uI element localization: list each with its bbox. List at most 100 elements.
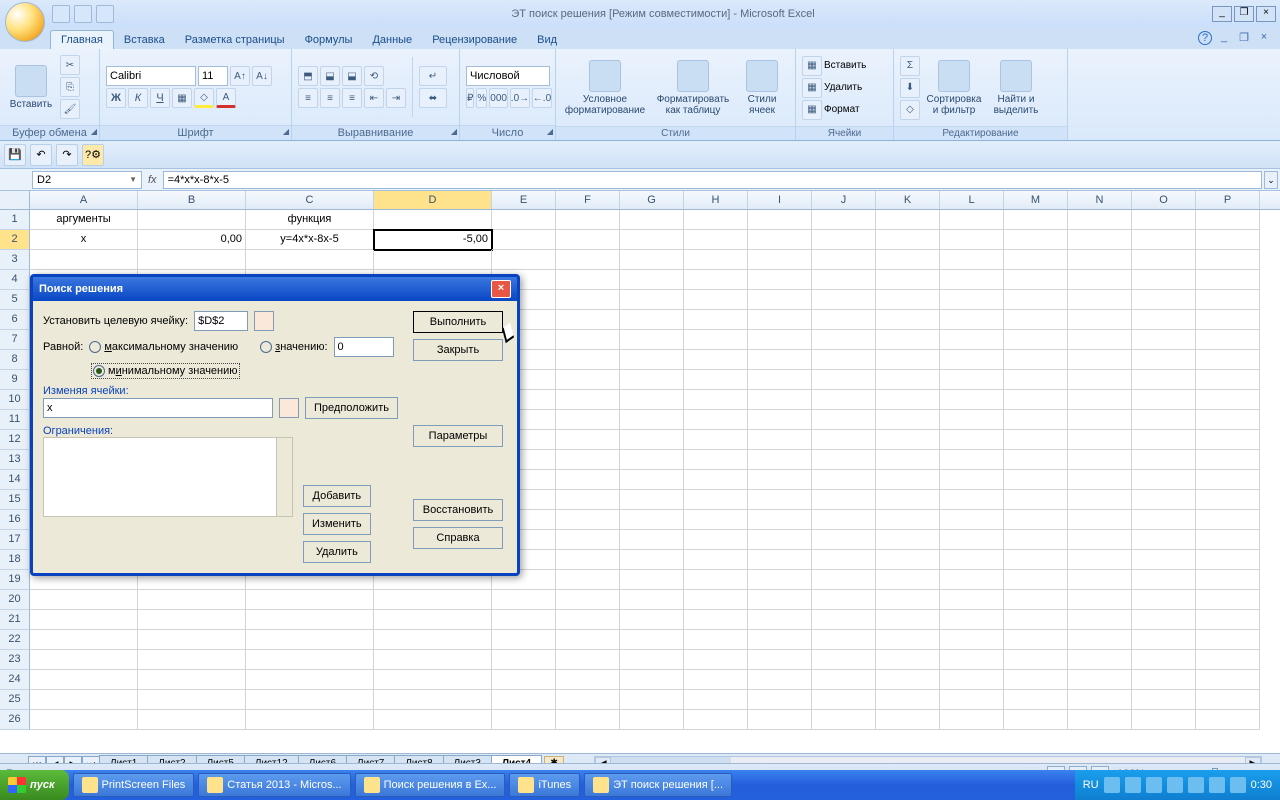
cell[interactable] xyxy=(30,250,138,270)
cell[interactable] xyxy=(1132,690,1196,710)
cell[interactable] xyxy=(940,390,1004,410)
cell[interactable] xyxy=(1004,670,1068,690)
cut-icon[interactable]: ✂ xyxy=(60,55,80,75)
cell[interactable] xyxy=(876,310,940,330)
undo-icon[interactable]: ↶ xyxy=(30,144,52,166)
cell[interactable]: функция xyxy=(246,210,374,230)
cell[interactable] xyxy=(684,530,748,550)
cell[interactable] xyxy=(684,550,748,570)
cell[interactable] xyxy=(1004,570,1068,590)
row-header[interactable]: 10 xyxy=(0,390,30,410)
cell[interactable] xyxy=(620,550,684,570)
cell[interactable] xyxy=(138,710,246,730)
cell[interactable] xyxy=(940,630,1004,650)
cell[interactable]: 0,00 xyxy=(138,230,246,250)
bold-button[interactable]: Ж xyxy=(106,88,126,108)
taskbar-item[interactable]: Поиск решения в Ex... xyxy=(355,773,506,797)
cell[interactable] xyxy=(1196,530,1260,550)
cell[interactable] xyxy=(940,330,1004,350)
cell[interactable] xyxy=(556,290,620,310)
clock[interactable]: 0:30 xyxy=(1251,779,1272,791)
insert-cells-button[interactable]: Вставить xyxy=(824,60,866,71)
formula-input[interactable]: =4*x*x-8*x-5 xyxy=(163,171,1262,189)
cell[interactable] xyxy=(492,250,556,270)
qat-save-icon[interactable] xyxy=(52,5,70,23)
tab-page-layout[interactable]: Разметка страницы xyxy=(175,31,295,49)
cell[interactable] xyxy=(1196,550,1260,570)
cell[interactable] xyxy=(556,590,620,610)
cell[interactable] xyxy=(748,310,812,330)
cell[interactable] xyxy=(1196,330,1260,350)
cell[interactable] xyxy=(940,350,1004,370)
cell[interactable] xyxy=(812,350,876,370)
cell[interactable] xyxy=(1196,490,1260,510)
cell[interactable] xyxy=(620,490,684,510)
cell[interactable] xyxy=(1132,290,1196,310)
cell[interactable] xyxy=(1004,270,1068,290)
cell[interactable] xyxy=(492,610,556,630)
cell[interactable] xyxy=(684,230,748,250)
cell[interactable] xyxy=(1004,430,1068,450)
cell[interactable] xyxy=(876,450,940,470)
cell[interactable] xyxy=(1068,590,1132,610)
changing-cells-input[interactable] xyxy=(43,398,273,418)
app-close-icon[interactable]: × xyxy=(1256,31,1272,47)
font-launcher-icon[interactable]: ◢ xyxy=(283,127,289,136)
cell[interactable] xyxy=(684,690,748,710)
row-header[interactable]: 25 xyxy=(0,690,30,710)
row-header[interactable]: 14 xyxy=(0,470,30,490)
cell[interactable] xyxy=(1196,510,1260,530)
cell[interactable] xyxy=(1068,490,1132,510)
solver-icon[interactable]: ?⚙ xyxy=(82,144,104,166)
cell[interactable] xyxy=(748,470,812,490)
column-header[interactable]: P xyxy=(1196,191,1260,209)
close-button[interactable]: Закрыть xyxy=(413,339,503,361)
cell[interactable] xyxy=(556,610,620,630)
dialog-titlebar[interactable]: Поиск решения × xyxy=(33,277,517,301)
cell[interactable] xyxy=(1004,630,1068,650)
cell[interactable] xyxy=(876,630,940,650)
cell[interactable] xyxy=(684,450,748,470)
cell[interactable] xyxy=(748,210,812,230)
cell[interactable] xyxy=(138,250,246,270)
cell[interactable] xyxy=(812,550,876,570)
cell[interactable] xyxy=(620,710,684,730)
cell[interactable] xyxy=(374,670,492,690)
cell[interactable] xyxy=(940,250,1004,270)
doc-close-icon[interactable]: × xyxy=(1256,6,1276,22)
cell[interactable] xyxy=(812,330,876,350)
cell[interactable] xyxy=(246,650,374,670)
constraints-list[interactable] xyxy=(43,437,293,517)
merge-icon[interactable]: ⬌ xyxy=(419,88,447,108)
cell[interactable] xyxy=(684,390,748,410)
tray-icon[interactable] xyxy=(1104,777,1120,793)
cell[interactable] xyxy=(620,690,684,710)
row-header[interactable]: 1 xyxy=(0,210,30,230)
cell[interactable] xyxy=(1004,610,1068,630)
cell[interactable] xyxy=(1196,430,1260,450)
cell[interactable] xyxy=(812,610,876,630)
cell[interactable] xyxy=(748,550,812,570)
percent-icon[interactable]: % xyxy=(476,88,487,108)
cell[interactable] xyxy=(620,290,684,310)
cell[interactable] xyxy=(556,570,620,590)
cell[interactable] xyxy=(748,490,812,510)
cell[interactable] xyxy=(940,610,1004,630)
cell[interactable] xyxy=(1196,570,1260,590)
cell[interactable] xyxy=(812,530,876,550)
cell[interactable] xyxy=(556,670,620,690)
cell[interactable] xyxy=(1068,690,1132,710)
cell[interactable] xyxy=(876,550,940,570)
cell[interactable] xyxy=(30,650,138,670)
cell[interactable] xyxy=(1068,410,1132,430)
cell[interactable] xyxy=(246,630,374,650)
cell[interactable] xyxy=(876,330,940,350)
cell[interactable] xyxy=(138,630,246,650)
cell[interactable] xyxy=(1004,210,1068,230)
cell[interactable] xyxy=(1196,290,1260,310)
tray-icon[interactable] xyxy=(1146,777,1162,793)
cell[interactable] xyxy=(1132,250,1196,270)
cell[interactable] xyxy=(1068,430,1132,450)
cell[interactable] xyxy=(556,390,620,410)
tab-data[interactable]: Данные xyxy=(362,31,422,49)
